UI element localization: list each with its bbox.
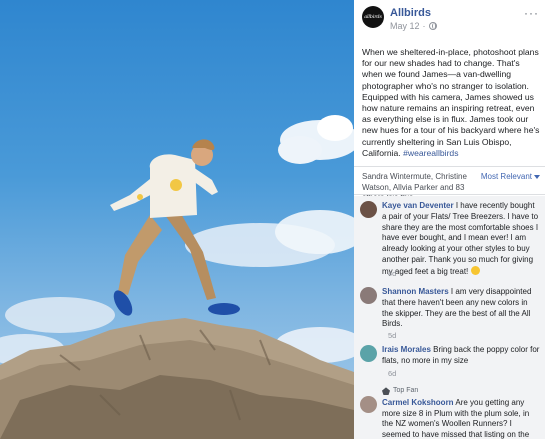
commenter-avatar[interactable] — [360, 345, 377, 362]
comments-section: Kaye van Deventer I have recently bought… — [354, 196, 545, 439]
commenter-name[interactable]: Shannon Masters — [382, 287, 449, 296]
page-name-link[interactable]: Allbirds — [390, 7, 431, 19]
comment-bubble: Shannon Masters I am very disappointed t… — [382, 287, 540, 330]
caption-text: When we sheltered-in-place, photoshoot p… — [362, 47, 540, 158]
post-date[interactable]: May 12 — [390, 21, 420, 31]
smile-emoji-icon — [470, 265, 480, 275]
post-side-panel: allbirds Allbirds May 12 · ··· When we s… — [354, 0, 545, 439]
post-header: allbirds Allbirds May 12 · ··· — [362, 6, 542, 32]
comment-bubble: Irais Morales Bring back the poppy color… — [382, 345, 540, 367]
page-avatar[interactable]: allbirds — [362, 6, 384, 28]
commenter-name[interactable]: Irais Morales — [382, 345, 431, 354]
top-fan-icon — [382, 387, 390, 396]
caret-down-icon — [534, 174, 540, 179]
badge-label: Top Fan — [393, 387, 419, 394]
post-photo[interactable] — [0, 0, 354, 439]
comment-time[interactable]: 5d — [388, 331, 396, 340]
sort-comments-button[interactable]: Most Relevant — [481, 172, 540, 183]
post-meta: May 12 · — [390, 21, 437, 31]
comment-bubble: Kaye van Deventer I have recently bought… — [382, 201, 540, 278]
commenter-avatar[interactable] — [360, 201, 377, 218]
logo-text: allbirds — [364, 14, 382, 20]
divider — [354, 194, 545, 195]
photo-illustration — [0, 115, 354, 439]
comment-time[interactable]: 4d — [388, 269, 396, 278]
separator-dot: · — [422, 21, 426, 31]
commenter-name[interactable]: Carmel Kokshoorn — [382, 398, 454, 407]
comment-text: I have recently bought a pair of your Fl… — [382, 201, 539, 276]
commenter-name[interactable]: Kaye van Deventer — [382, 201, 454, 210]
hashtag-link[interactable]: #weareallbirds — [403, 148, 458, 158]
comment-time[interactable]: 6d — [388, 369, 396, 378]
commenter-avatar[interactable] — [360, 287, 377, 304]
globe-icon — [428, 22, 437, 30]
top-fan-badge: Top Fan — [382, 386, 540, 397]
comment-bubble: Top Fan Carmel Kokshoorn Are you getting… — [382, 386, 540, 439]
sort-label: Most Relevant — [480, 172, 532, 181]
divider — [354, 166, 545, 167]
more-options-button[interactable]: ··· — [524, 6, 539, 20]
post-caption: When we sheltered-in-place, photoshoot p… — [362, 47, 540, 159]
commenter-avatar[interactable] — [360, 396, 377, 413]
